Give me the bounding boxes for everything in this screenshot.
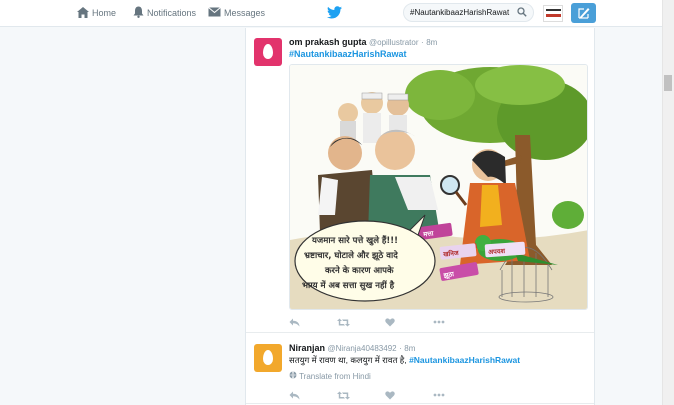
tweet[interactable]: Niranjan @Niranja40483492 · 8m सतयुग में… (246, 334, 594, 404)
tweet-body: सतयुग में रावण था, कलयुग में रावत है, (289, 355, 407, 365)
like-button[interactable] (385, 389, 433, 401)
more-dots-icon (433, 320, 445, 324)
avatar[interactable] (254, 38, 282, 66)
twitter-bird-icon[interactable] (327, 6, 342, 21)
speech-bubble-line: भाग्य में अब सत्ता सुख नहीं है (302, 280, 395, 291)
like-button[interactable] (385, 316, 433, 328)
reply-button[interactable] (289, 316, 337, 328)
tweet-text: सतयुग में रावण था, कलयुग में रावत है, #N… (289, 355, 520, 366)
tweet-media-cartoon[interactable]: मत्ता खनिज अपयश झूठा यजमान सारे पत्ते खु… (289, 64, 588, 310)
reply-icon (289, 318, 300, 326)
author-name[interactable]: Niranjan (289, 343, 325, 353)
timeline: om prakash gupta @opillustrator · 8m #Na… (245, 28, 595, 405)
hashtag-link[interactable]: #NautankibaazHarishRawat (409, 355, 520, 365)
retweet-button[interactable] (337, 389, 385, 401)
tweet-timestamp[interactable]: 8m (426, 38, 437, 47)
cartoon-illustration: मत्ता खनिज अपयश झूठा यजमान सारे पत्ते खु… (290, 65, 587, 309)
reply-button[interactable] (289, 389, 337, 401)
bell-icon (133, 6, 144, 20)
top-navigation-bar: Home Notifications Messages #Nautankibaa… (0, 0, 674, 27)
more-options-button[interactable] (433, 389, 481, 401)
card-sign: अपयश (488, 247, 506, 256)
vertical-scrollbar[interactable] (662, 0, 674, 405)
nav-home-label: Home (92, 8, 117, 18)
hashtag-link[interactable]: #NautankibaazHarishRawat (289, 49, 407, 59)
search-icon[interactable] (517, 7, 527, 19)
nav-notifications-label: Notifications (147, 8, 197, 18)
author-name[interactable]: om prakash gupta (289, 37, 367, 47)
retweet-icon (337, 318, 350, 326)
author-handle[interactable]: @Niranja40483492 (328, 344, 397, 353)
scrollbar-thumb[interactable] (664, 75, 672, 91)
tweet-actions (289, 389, 481, 401)
separator-dot: · (399, 344, 402, 353)
reply-icon (289, 391, 300, 399)
envelope-icon (208, 7, 221, 19)
translate-link[interactable]: Translate from Hindi (289, 371, 371, 381)
author-handle[interactable]: @opillustrator (369, 38, 418, 47)
tweet-actions (289, 316, 481, 328)
translate-label: Translate from Hindi (299, 372, 371, 381)
search-input-value: #NautankibaazHarishRawat (410, 8, 510, 17)
tweet-header: om prakash gupta @opillustrator · 8m (289, 37, 437, 47)
globe-icon (289, 371, 297, 379)
separator-dot: · (421, 38, 424, 47)
nav-messages-label: Messages (224, 8, 266, 18)
nav-notifications[interactable]: Notifications (133, 0, 196, 26)
speech-bubble-line: भ्रष्टाचार, घोटाले और झूठे वादे (304, 250, 398, 261)
retweet-button[interactable] (337, 316, 385, 328)
more-dots-icon (433, 393, 445, 397)
speech-bubble-line: यजमान सारे पत्ते खुले हैं!!! (311, 235, 398, 246)
more-options-button[interactable] (433, 316, 481, 328)
speech-bubble-line: करने के कारण आपके (324, 265, 394, 276)
compose-tweet-button[interactable] (571, 3, 596, 23)
heart-icon (385, 317, 395, 326)
compose-icon (578, 8, 590, 19)
home-icon (77, 6, 89, 20)
tweet-header: Niranjan @Niranja40483492 · 8m (289, 343, 415, 353)
user-avatar[interactable] (543, 5, 563, 22)
nav-home[interactable]: Home (77, 0, 116, 26)
search-input[interactable]: #NautankibaazHarishRawat (403, 3, 534, 22)
heart-icon (385, 390, 395, 399)
card-sign: मत्ता (422, 229, 434, 239)
retweet-icon (337, 391, 350, 399)
tweet[interactable]: om prakash gupta @opillustrator · 8m #Na… (246, 28, 594, 333)
tweet-timestamp[interactable]: 8m (404, 344, 415, 353)
avatar[interactable] (254, 344, 282, 372)
nav-messages[interactable]: Messages (208, 0, 265, 26)
